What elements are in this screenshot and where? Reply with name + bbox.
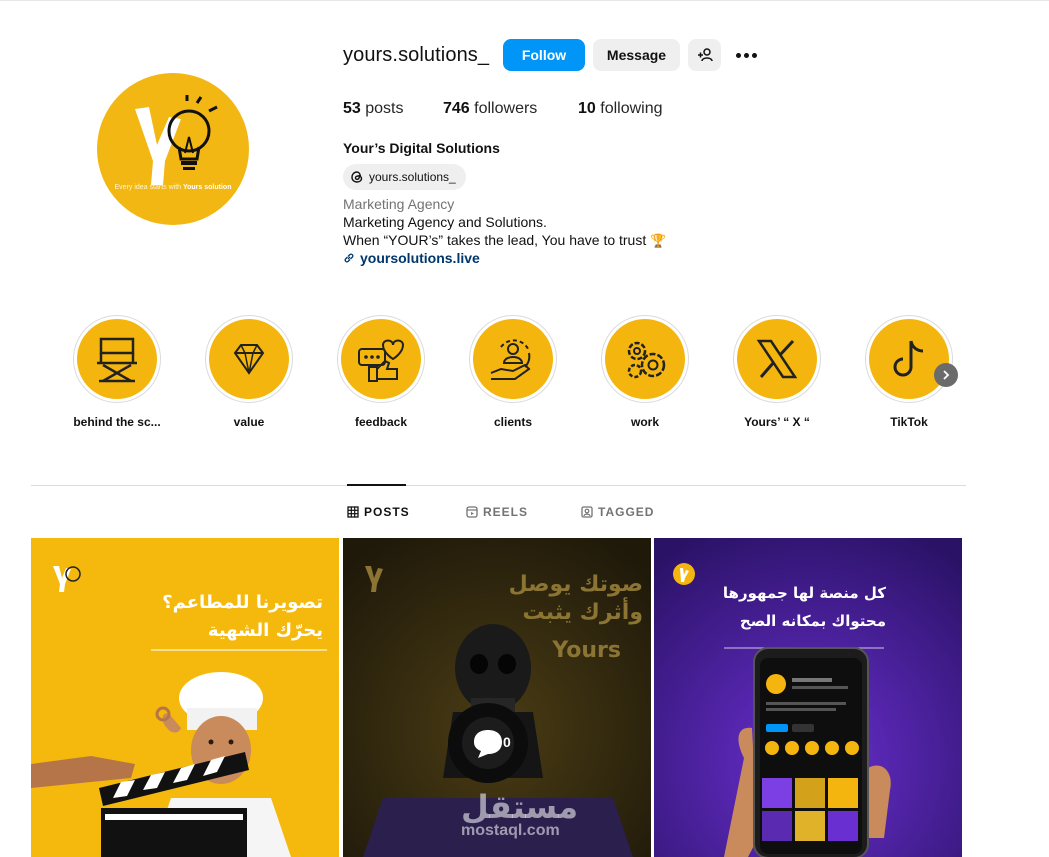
post-headline: تصويرنا للمطاعم؟ [162, 592, 323, 613]
trophy-emoji: 🏆 [650, 233, 667, 248]
following-link[interactable]: 10 following [578, 100, 663, 118]
restaurant-photography-artwork [31, 566, 327, 857]
threads-badge[interactable]: yours.solutions_ [343, 164, 466, 190]
highlight-cover [473, 319, 553, 399]
feedback-icon [358, 339, 405, 382]
dot-icon [743, 52, 749, 58]
client-hand-icon [490, 339, 531, 380]
post-subheadline: محتواك بمكانه الصح [739, 612, 886, 630]
grid-icon [347, 506, 359, 518]
highlight-label: Yours’ “ X “ [744, 415, 810, 429]
dot-icon [751, 52, 757, 58]
highlight-ring [733, 315, 821, 403]
post-brand-text: Yours [552, 638, 621, 663]
tab-label: REELS [483, 505, 529, 519]
add-person-icon [697, 48, 713, 62]
watermark-url: mostaql.com [461, 822, 560, 839]
directors-chair-icon [97, 337, 137, 383]
profile-full-name: Your’s Digital Solutions [343, 140, 500, 156]
bio-line-2: When “YOUR’s” takes the lead, You have t… [343, 232, 667, 248]
tab-posts[interactable]: POSTS [347, 505, 410, 519]
follow-button[interactable]: Follow [503, 39, 585, 71]
highlight-cover [209, 319, 289, 399]
x-logo-icon [756, 339, 798, 379]
post-thumbnail[interactable]: صوتك يوصل وأثرك يثبت Yours 0 مستقل mosta… [343, 538, 651, 857]
watermark: مستقل [461, 788, 579, 826]
highlight-cover [77, 319, 157, 399]
highlight-label: clients [493, 415, 532, 429]
highlight-work[interactable]: work [600, 315, 690, 429]
highlight-label: TikTok [890, 415, 928, 429]
highlight-label: value [233, 415, 265, 429]
highlight-cover [737, 319, 817, 399]
followers-link[interactable]: 746 followers [443, 100, 537, 118]
posts-count: 53 posts [343, 100, 404, 117]
highlight-ring [601, 315, 689, 403]
highlight-cover [869, 319, 949, 399]
website-link-text: yoursolutions.live [360, 250, 480, 266]
post-thumbnail[interactable]: تصويرنا للمطاعم؟ يحرّك الشهية [31, 538, 339, 857]
profile-avatar[interactable]: Every idea starts with Yours solution [97, 73, 249, 225]
highlight-feedback[interactable]: feedback [336, 315, 426, 429]
reels-icon [466, 506, 478, 518]
post-subheadline: يحرّك الشهية [207, 620, 323, 641]
yours-logo-icon [135, 95, 218, 185]
highlight-cover [605, 319, 685, 399]
highlight-yours-x[interactable]: Yours’ “ X “ [732, 315, 822, 429]
threads-icon [351, 171, 363, 183]
diamond-icon [233, 344, 265, 375]
dot-icon [735, 52, 741, 58]
post-subheadline: وأثرك يثبت [522, 600, 644, 625]
profile-username: yours.solutions_ [343, 44, 490, 66]
highlights-next-button[interactable] [934, 363, 958, 387]
top-divider [0, 0, 1049, 1]
bio-line-1: Marketing Agency and Solutions. [343, 214, 547, 230]
highlight-ring [337, 315, 425, 403]
highlight-clients[interactable]: clients [468, 315, 558, 429]
highlight-label: behind the sc... [73, 415, 161, 429]
active-tab-indicator [347, 484, 406, 486]
threads-handle: yours.solutions_ [369, 170, 456, 184]
comment-count: 0 [503, 734, 511, 750]
tagged-user-icon [581, 506, 593, 518]
link-icon [344, 253, 354, 263]
message-button[interactable]: Message [593, 39, 680, 71]
suggested-accounts-button[interactable] [688, 39, 721, 71]
post-headline: صوتك يوصل [508, 572, 643, 597]
tab-tagged[interactable]: TAGGED [581, 505, 654, 519]
profile-website-link[interactable]: yoursolutions.live [343, 250, 480, 266]
tiktok-icon [893, 340, 924, 377]
post-thumbnail[interactable]: كل منصة لها جمهورها محتواك بمكانه الصح [654, 538, 962, 857]
avatar-tagline: Every idea starts with Yours solution [114, 184, 232, 191]
gears-icon [627, 341, 666, 379]
highlight-label: feedback [354, 415, 408, 429]
tab-label: POSTS [364, 505, 410, 519]
highlight-cover [341, 319, 421, 399]
tab-label: TAGGED [598, 505, 655, 519]
highlight-label: work [630, 415, 659, 429]
post-headline: كل منصة لها جمهورها [722, 584, 886, 602]
chevron-right-icon [943, 370, 950, 380]
highlight-ring [205, 315, 293, 403]
highlight-behind-the-scenes[interactable]: behind the sc... [72, 315, 162, 429]
highlight-value[interactable]: value [204, 315, 294, 429]
more-options-button[interactable] [733, 45, 759, 65]
profile-category: Marketing Agency [343, 196, 455, 212]
highlight-ring [865, 315, 953, 403]
tab-reels[interactable]: REELS [466, 505, 528, 519]
tabs-divider [31, 485, 966, 486]
highlight-ring [73, 315, 161, 403]
highlight-ring [469, 315, 557, 403]
